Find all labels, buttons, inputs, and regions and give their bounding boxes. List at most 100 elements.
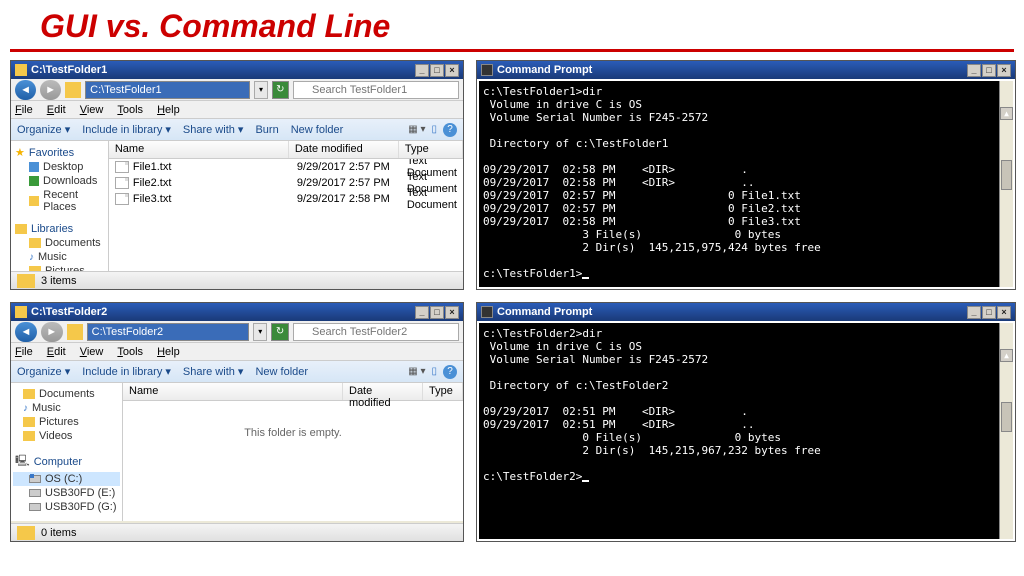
file-row[interactable]: File3.txt9/29/2017 2:58 PMText Document [109, 191, 463, 207]
close-button[interactable]: × [445, 306, 459, 319]
content-grid: C:\TestFolder1 _ □ × ◄ ► ▾ ↻ File Edit V… [0, 60, 1024, 542]
include-library-button[interactable]: Include in library ▾ [82, 123, 171, 136]
menu-tools[interactable]: Tools [117, 346, 143, 358]
libraries-group[interactable]: Libraries [13, 222, 106, 236]
refresh-button[interactable]: ↻ [271, 323, 289, 341]
back-button[interactable]: ◄ [15, 322, 37, 342]
organize-button[interactable]: Organize ▾ [17, 365, 70, 378]
sidebar-item-desktop[interactable]: Desktop [13, 160, 106, 174]
minimize-button[interactable]: _ [415, 306, 429, 319]
titlebar[interactable]: Command Prompt _ □ × [477, 61, 1015, 79]
minimize-button[interactable]: _ [415, 64, 429, 77]
folder-icon [29, 196, 39, 206]
sidebar-item-downloads[interactable]: Downloads [13, 174, 106, 188]
sidebar-item-usb-g[interactable]: USB30FD (G:) [13, 500, 120, 514]
titlebar[interactable]: C:\TestFolder2 _ □ × [11, 303, 463, 321]
file-list: Name Date modified Type This folder is e… [123, 383, 463, 521]
documents-icon [23, 389, 35, 399]
minimize-button[interactable]: _ [967, 306, 981, 319]
star-icon: ★ [15, 146, 25, 159]
preview-pane-icon[interactable]: ▯ [431, 366, 437, 377]
terminal-output[interactable]: c:\TestFolder1>dir Volume in drive C is … [479, 81, 1013, 287]
computer-group[interactable]: 🖳Computer [13, 451, 120, 472]
sidebar-item-documents[interactable]: Documents [13, 387, 120, 401]
scroll-up-icon[interactable]: ▲ [1000, 107, 1013, 120]
favorites-group[interactable]: ★Favorites [13, 145, 106, 160]
menu-file[interactable]: File [15, 104, 33, 116]
computer-icon: 🖳 [15, 452, 30, 471]
back-button[interactable]: ◄ [15, 80, 36, 100]
sidebar-item-recent[interactable]: Recent Places [13, 188, 106, 214]
file-rows: File1.txt9/29/2017 2:57 PMText Document … [109, 159, 463, 271]
sidebar-item-videos[interactable]: Videos [13, 429, 120, 443]
scrollbar[interactable]: ▲ [999, 81, 1013, 287]
col-date[interactable]: Date modified [289, 141, 399, 158]
menu-view[interactable]: View [80, 104, 104, 116]
folder-icon [17, 526, 35, 540]
sidebar-item-documents[interactable]: Documents [13, 236, 106, 250]
sidebar-item-pictures[interactable]: Pictures [13, 264, 106, 271]
explorer-window-testfolder2: C:\TestFolder2 _ □ × ◄ ► ▾ ↻ File Edit V… [10, 302, 464, 542]
menu-help[interactable]: Help [157, 104, 180, 116]
col-type[interactable]: Type [399, 141, 463, 158]
help-icon[interactable]: ? [443, 123, 457, 137]
col-date[interactable]: Date modified [343, 383, 423, 400]
maximize-button[interactable]: □ [430, 306, 444, 319]
address-dropdown[interactable]: ▾ [254, 81, 267, 99]
preview-pane-icon[interactable]: ▯ [431, 124, 437, 135]
forward-button[interactable]: ► [41, 322, 63, 342]
maximize-button[interactable]: □ [982, 64, 996, 77]
include-library-button[interactable]: Include in library ▾ [82, 365, 171, 378]
share-with-button[interactable]: Share with ▾ [183, 365, 244, 378]
menu-help[interactable]: Help [157, 346, 180, 358]
share-with-button[interactable]: Share with ▾ [183, 123, 244, 136]
menu-file[interactable]: File [15, 346, 33, 358]
scroll-thumb[interactable] [1001, 160, 1012, 190]
cmd-body: c:\TestFolder1>dir Volume in drive C is … [477, 79, 1015, 289]
new-folder-button[interactable]: New folder [255, 366, 308, 378]
forward-button[interactable]: ► [40, 80, 61, 100]
close-button[interactable]: × [997, 64, 1011, 77]
folder-icon [67, 324, 83, 340]
close-button[interactable]: × [445, 64, 459, 77]
view-mode-icon[interactable]: ▦ ▾ [408, 124, 425, 135]
search-input[interactable] [293, 81, 459, 99]
help-icon[interactable]: ? [443, 365, 457, 379]
scrollbar[interactable]: ▲ [999, 323, 1013, 539]
menu-edit[interactable]: Edit [47, 346, 66, 358]
new-folder-button[interactable]: New folder [291, 124, 344, 136]
search-input[interactable] [293, 323, 459, 341]
titlebar[interactable]: C:\TestFolder1 _ □ × [11, 61, 463, 79]
sidebar-item-pictures[interactable]: Pictures [13, 415, 120, 429]
sidebar-item-os-c[interactable]: OS (C:) [13, 472, 120, 486]
cursor [582, 480, 589, 482]
address-input[interactable] [85, 81, 250, 99]
menu-view[interactable]: View [80, 346, 104, 358]
burn-button[interactable]: Burn [255, 124, 278, 136]
sidebar-item-music[interactable]: ♪Music [13, 250, 106, 264]
library-icon [15, 224, 27, 234]
refresh-button[interactable]: ↻ [272, 81, 289, 99]
col-name[interactable]: Name [109, 141, 289, 158]
address-input[interactable] [87, 323, 250, 341]
file-list: Name Date modified Type File1.txt9/29/20… [109, 141, 463, 271]
terminal-output[interactable]: c:\TestFolder2>dir Volume in drive C is … [479, 323, 1013, 539]
col-name[interactable]: Name [123, 383, 343, 400]
organize-button[interactable]: Organize ▾ [17, 123, 70, 136]
sidebar-item-usb-e[interactable]: USB30FD (E:) [13, 486, 120, 500]
maximize-button[interactable]: □ [430, 64, 444, 77]
col-type[interactable]: Type [423, 383, 463, 400]
close-button[interactable]: × [997, 306, 1011, 319]
scroll-thumb[interactable] [1001, 402, 1012, 432]
menu-edit[interactable]: Edit [47, 104, 66, 116]
menu-tools[interactable]: Tools [117, 104, 143, 116]
pictures-icon [23, 417, 35, 427]
titlebar[interactable]: Command Prompt _ □ × [477, 303, 1015, 321]
empty-folder-message: This folder is empty. [123, 401, 463, 439]
scroll-up-icon[interactable]: ▲ [1000, 349, 1013, 362]
maximize-button[interactable]: □ [982, 306, 996, 319]
sidebar-item-music[interactable]: ♪Music [13, 401, 120, 415]
address-dropdown[interactable]: ▾ [253, 323, 267, 341]
minimize-button[interactable]: _ [967, 64, 981, 77]
view-mode-icon[interactable]: ▦ ▾ [408, 366, 425, 377]
